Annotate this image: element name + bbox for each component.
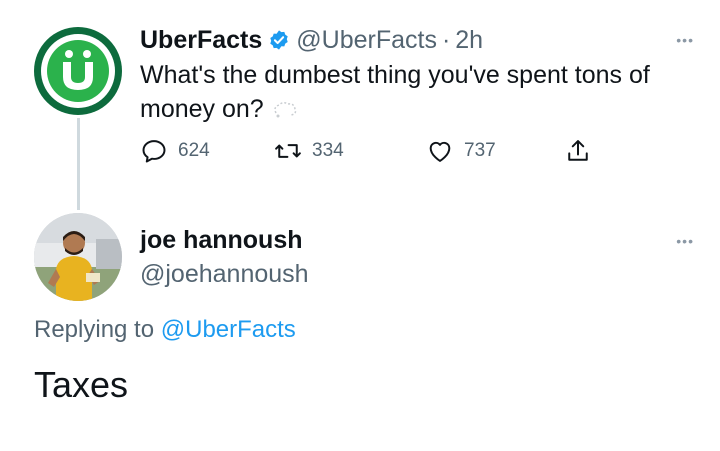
reply-author-handle[interactable]: @joehannoush xyxy=(140,260,309,289)
verified-badge-icon xyxy=(270,30,288,50)
reply-text: Taxes xyxy=(34,364,129,405)
heart-icon xyxy=(429,141,451,162)
user-avatar-photo-icon xyxy=(34,213,122,301)
replying-to-line: Replying to @UberFacts xyxy=(34,316,296,344)
reply-count: 624 xyxy=(178,140,210,161)
like-count: 737 xyxy=(464,140,496,161)
replying-to-handle-link[interactable]: @UberFacts xyxy=(161,316,296,343)
thread-connector-line xyxy=(77,118,80,210)
reply-action[interactable]: 624 xyxy=(140,134,210,168)
tweet-thread: UberFacts @UberFacts · 2h ••• What's the… xyxy=(0,0,720,451)
tweet-time[interactable]: 2h xyxy=(455,26,483,55)
tweet-actions: 624 334 737 xyxy=(140,134,620,168)
author-display-name[interactable]: UberFacts xyxy=(140,26,262,55)
author-handle[interactable]: @UberFacts xyxy=(296,26,437,55)
thinking-face-icon xyxy=(273,101,296,118)
reply-icon xyxy=(142,140,166,163)
avatar-ring xyxy=(41,34,115,108)
retweet-action[interactable]: 334 xyxy=(274,134,344,168)
uberfacts-logo-icon xyxy=(47,40,109,102)
uberfacts-avatar[interactable] xyxy=(34,27,122,115)
replying-to-label: Replying to xyxy=(34,316,155,343)
tweet-text-content: What's the dumbest thing you've spent to… xyxy=(140,61,650,123)
reply-more-options-icon[interactable]: ••• xyxy=(676,233,694,249)
share-icon xyxy=(568,140,588,161)
retweet-count: 334 xyxy=(312,140,344,161)
separator-dot: · xyxy=(441,25,451,54)
share-action[interactable] xyxy=(564,134,602,168)
tweet-header: UberFacts @UberFacts · 2h xyxy=(140,22,483,58)
joe-avatar[interactable] xyxy=(34,213,122,301)
reply-author-display-name[interactable]: joe hannoush xyxy=(140,226,303,255)
retweet-icon xyxy=(275,144,301,158)
tweet-text: What's the dumbest thing you've spent to… xyxy=(140,58,710,126)
u-letter-icon xyxy=(63,50,93,90)
like-action[interactable]: 737 xyxy=(426,134,496,168)
more-options-icon[interactable]: ••• xyxy=(676,32,694,48)
